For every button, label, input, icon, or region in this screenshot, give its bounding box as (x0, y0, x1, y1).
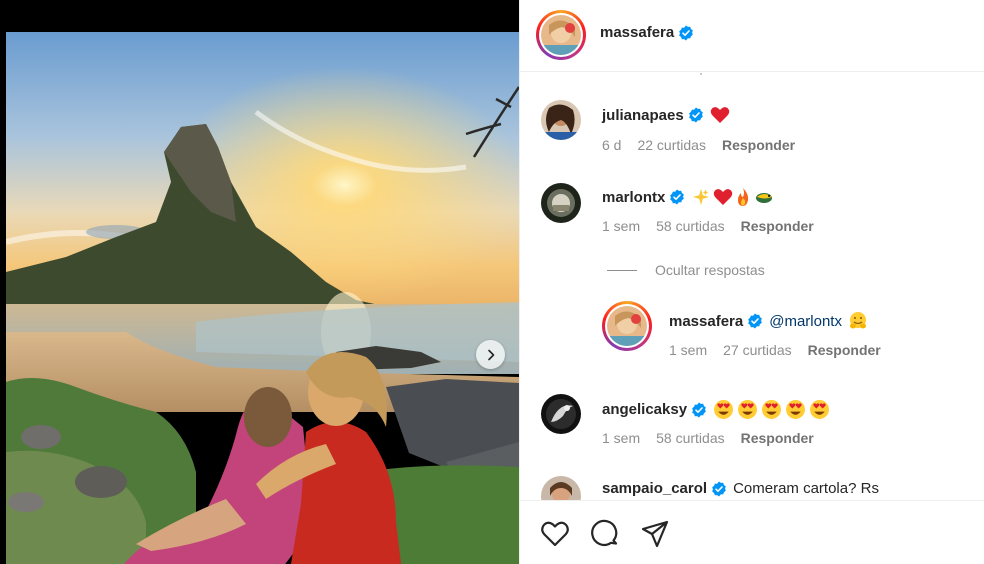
comment-meta: 6 d 22 curtidas Responder (602, 137, 811, 153)
paper-plane-icon (641, 520, 669, 548)
comment-meta: 1 sem 58 curtidas Responder (602, 218, 830, 234)
sunset-beach-photo (6, 32, 519, 564)
comments-panel: massafera julianapaes 6 d 22 curtidas Resp… (519, 0, 984, 564)
verified-badge-icon (679, 25, 694, 40)
comment-text: Comeram cartola? Rs (733, 480, 879, 497)
commenter-avatar[interactable] (541, 476, 581, 500)
comment-likes[interactable]: 22 curtidas (637, 137, 705, 153)
comment-time: 1 sem (602, 430, 641, 446)
heart-eyes-emoji-icon (786, 400, 806, 419)
heart-eyes-emoji-icon (762, 400, 782, 419)
comment-time: 6 d (602, 137, 622, 153)
verified-badge-icon (692, 402, 706, 417)
heart-outline-icon (541, 521, 569, 547)
comment-bubble-icon (591, 519, 618, 546)
hugging-face-emoji-icon (849, 312, 866, 329)
hide-replies-toggle[interactable]: Ocultar respostas (607, 262, 765, 278)
comment-username[interactable]: julianapaes (602, 107, 684, 124)
comment-username[interactable]: angelicaksy (602, 401, 687, 418)
heart-eyes-emoji-icon (738, 400, 758, 419)
verified-badge-icon (670, 189, 685, 205)
reply-time: 1 sem (669, 342, 708, 358)
author-avatar[interactable] (536, 10, 586, 60)
red-heart-emoji-icon (710, 107, 729, 123)
chevron-right-icon (487, 349, 494, 360)
comments-list[interactable]: julianapaes 6 d 22 curtidas Responder marl… (520, 72, 984, 500)
verified-badge-icon (748, 313, 763, 329)
bird-emoji-icon (756, 193, 773, 203)
mention-link[interactable]: @marlontx (769, 313, 842, 330)
heart-eyes-emoji-icon (810, 400, 830, 419)
comment-meta: 1 sem 58 curtidas Responder (602, 430, 830, 446)
comment-likes[interactable]: 58 curtidas (656, 430, 724, 446)
commenter-avatar[interactable] (541, 100, 581, 140)
post-photo (0, 0, 519, 564)
reply-username[interactable]: massafera (669, 313, 743, 330)
reply-likes[interactable]: 27 curtidas (723, 342, 791, 358)
commenter-avatar[interactable] (541, 183, 581, 223)
next-photo-button[interactable] (476, 340, 505, 369)
action-bar (520, 500, 984, 564)
reply-button[interactable]: Responder (741, 430, 814, 446)
scroll-indicator (700, 73, 702, 75)
comment-time: 1 sem (602, 218, 641, 234)
reply-button[interactable]: Responder (808, 342, 881, 358)
reply-button[interactable]: Responder (741, 218, 814, 234)
post-header: massafera (520, 0, 984, 72)
commenter-avatar[interactable] (541, 394, 581, 434)
author-username[interactable]: massafera (600, 24, 674, 41)
comment-username[interactable]: marlontx (602, 189, 665, 206)
fire-emoji-icon (738, 188, 749, 206)
sparkle-star-emoji-icon (693, 188, 710, 206)
reply-button[interactable]: Responder (722, 137, 795, 153)
divider (607, 269, 637, 271)
comment-username[interactable]: sampaio_carol (602, 480, 707, 497)
reply-meta: 1 sem 27 curtidas Responder (669, 342, 897, 358)
like-button[interactable] (540, 519, 570, 549)
verified-badge-icon (688, 107, 703, 123)
reply-avatar[interactable] (602, 301, 652, 351)
comment-likes[interactable]: 58 curtidas (656, 218, 724, 234)
red-heart-emoji-icon (714, 189, 733, 205)
verified-badge-icon (712, 481, 726, 496)
share-button[interactable] (640, 519, 670, 549)
hide-replies-label[interactable]: Ocultar respostas (655, 262, 765, 278)
comment-button[interactable] (590, 519, 620, 549)
heart-eyes-emoji-icon (714, 400, 734, 419)
